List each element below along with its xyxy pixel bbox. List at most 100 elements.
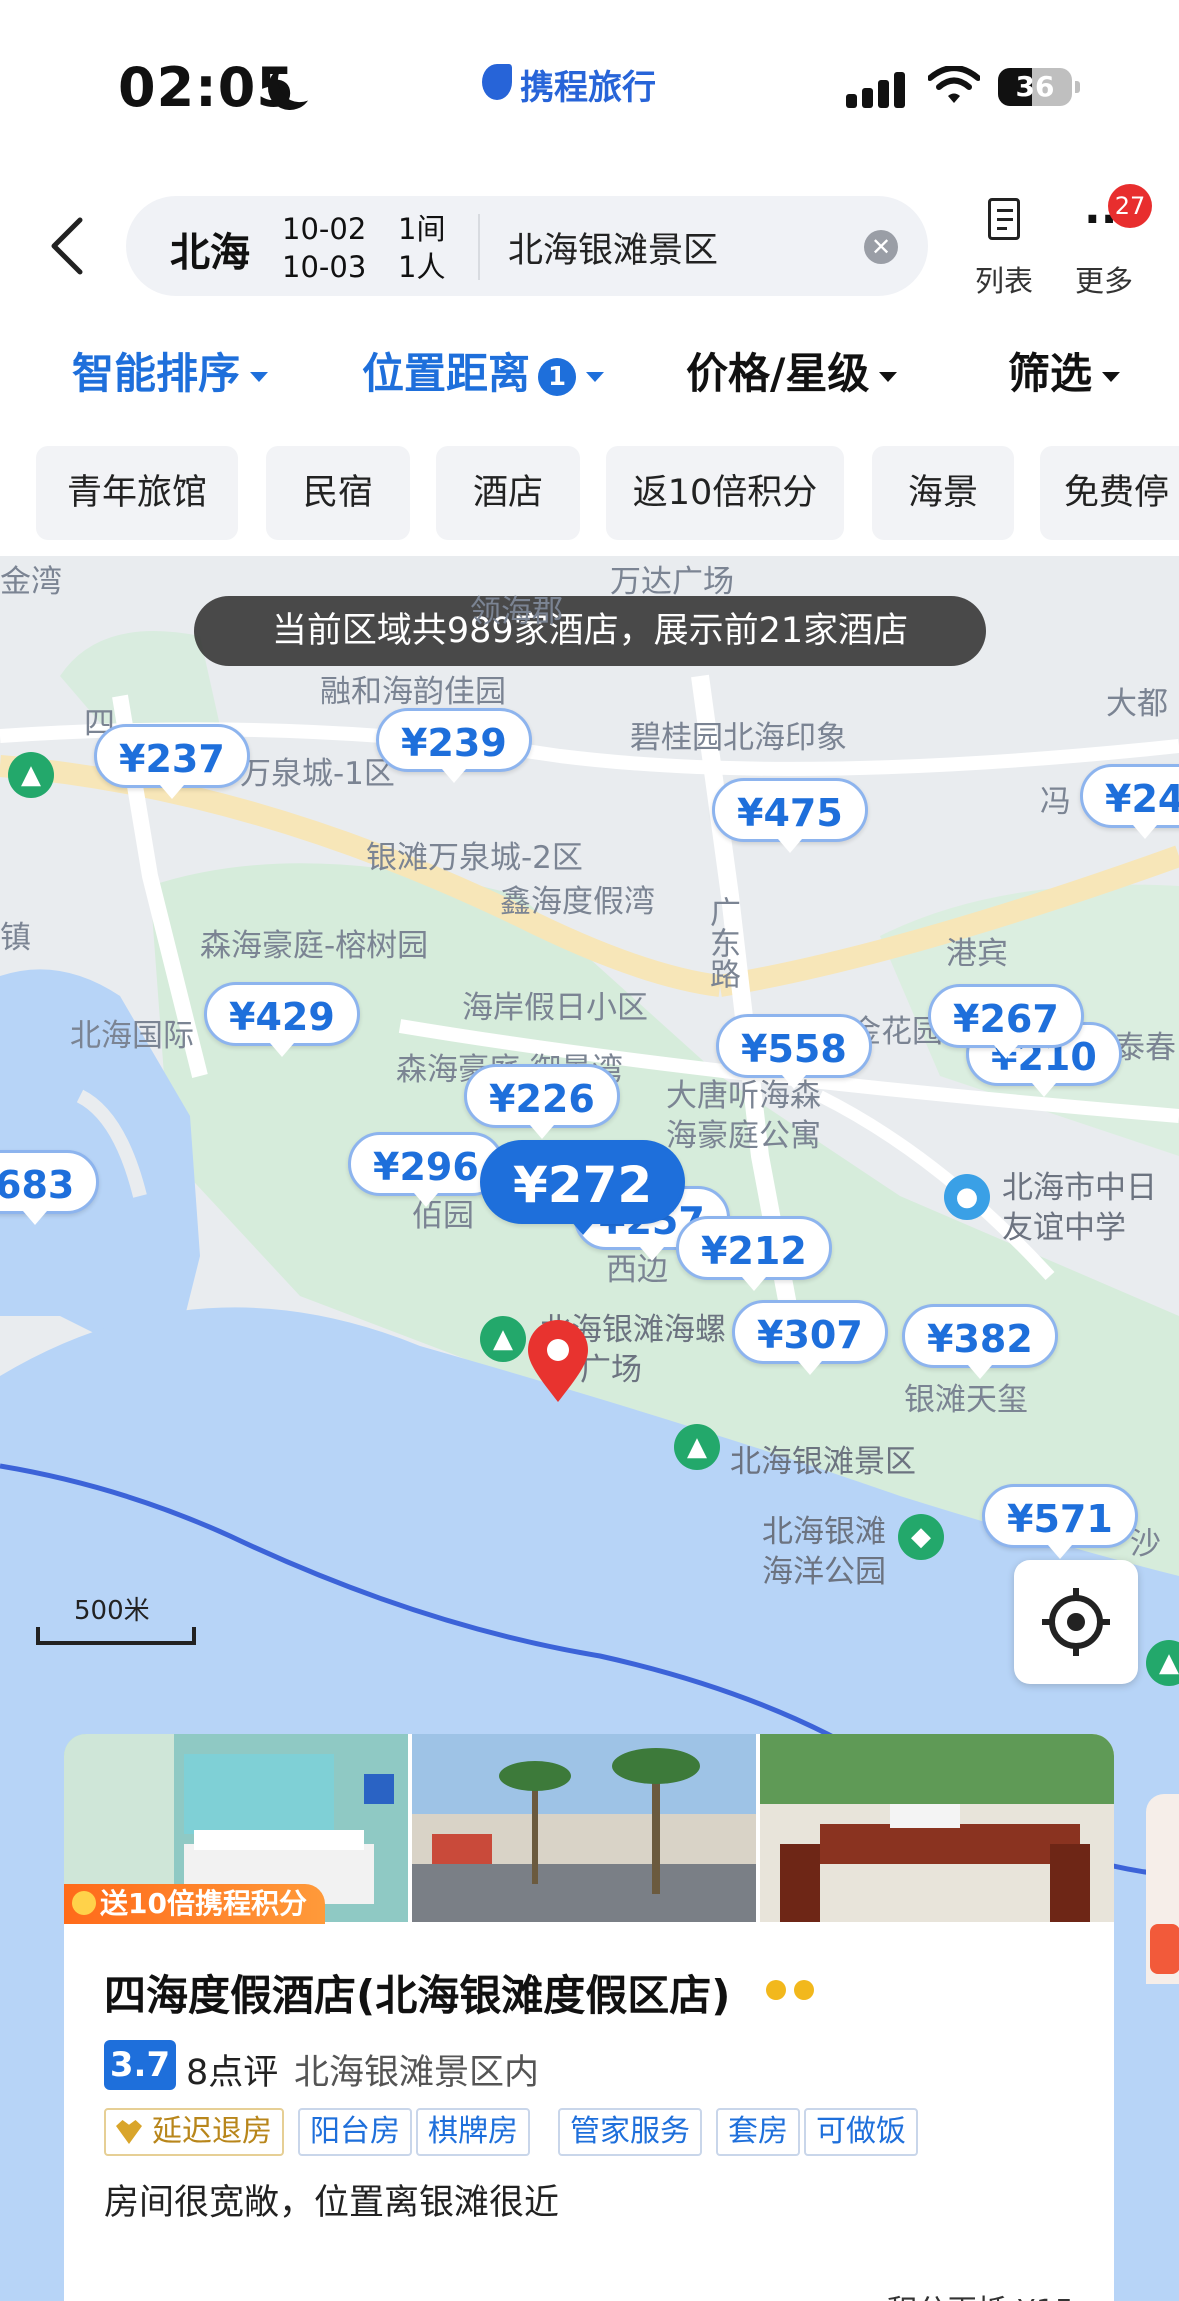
date-range[interactable]: 10-02 10-03 (282, 210, 366, 286)
chip-10x-points[interactable]: 返10倍积分 (606, 446, 844, 540)
destination-marker-icon (528, 1320, 588, 1402)
app-brand: 携程旅行 (520, 68, 656, 108)
sort-smart[interactable]: 智能排序 (72, 340, 269, 401)
crosshair-icon (1042, 1588, 1110, 1656)
rating-score: 3.7 (104, 2040, 176, 2090)
map-label: 广东路 (704, 896, 740, 989)
more-label: 更多 (1074, 264, 1133, 298)
hotel-price-pin[interactable]: ¥24 (1080, 764, 1179, 839)
zoo-icon: ◆ (898, 1514, 944, 1560)
tag-suite: 套房 (716, 2108, 800, 2156)
search-bar[interactable]: 北海 10-02 10-03 1间 1人 北海银滩景区 ✕ (126, 196, 928, 296)
next-hotel-card-peek[interactable] (1146, 1794, 1179, 1984)
hotel-price-pin[interactable]: ¥558 (716, 1014, 872, 1089)
sort-price-label: 价格/星级 (686, 349, 870, 398)
filter-count-badge: 1 (538, 357, 577, 396)
sort-smart-label: 智能排序 (72, 349, 241, 398)
back-arrow-icon[interactable] (44, 216, 94, 276)
map-label: 北海国际 (70, 1018, 194, 1054)
sort-filter[interactable]: 筛选 (1008, 340, 1121, 401)
chip-sea-view[interactable]: 海景 (872, 446, 1014, 540)
map-label: 碧桂园北海印象 (630, 720, 847, 756)
status-bar: 02:05 携程旅行 36 (0, 0, 1179, 165)
points-discount: 积分再抵 ¥15 (887, 2286, 1074, 2301)
my-location-button[interactable] (1014, 1560, 1138, 1684)
map-label: 北海银滩 (762, 1514, 886, 1550)
hotel-price-pin[interactable]: ¥267 (928, 984, 1084, 1059)
selected-hotel-price-pin[interactable]: ¥272 (480, 1140, 686, 1235)
map-label: 北海市中日 (1002, 1170, 1157, 1206)
map-label: 森海豪庭-榕树园 (200, 928, 429, 964)
sort-price[interactable]: 价格/星级 (686, 340, 898, 401)
search-keyword[interactable]: 北海银滩景区 (508, 222, 718, 273)
sort-filter-label: 筛选 (1008, 349, 1093, 398)
ctrip-logo-icon (482, 64, 512, 100)
tag-late-checkout: 延迟退房 (104, 2108, 284, 2156)
wifi-icon (928, 66, 980, 103)
map-label: 镇 (0, 920, 31, 956)
map-label: 海豪庭公寓 (666, 1118, 821, 1154)
checkout-date: 10-03 (282, 250, 367, 284)
sort-location-label: 位置距离 (362, 349, 531, 398)
review-count[interactable]: 8点评 (186, 2044, 278, 2095)
hotel-price-pin[interactable]: ¥307 (732, 1300, 888, 1375)
chip-youth-hostel[interactable]: 青年旅馆 (36, 446, 238, 540)
room-guest-selector[interactable]: 1间 1人 (398, 210, 445, 286)
chip-free-parking[interactable]: 免费停 (1040, 446, 1179, 540)
map-label: 融和海韵佳园 (320, 674, 506, 710)
hotel-count-toast: 当前区域共989家酒店，展示前21家酒店 (194, 596, 986, 666)
map-label: 海岸假日小区 (462, 990, 648, 1026)
hotel-price-pin[interactable]: ¥429 (204, 982, 360, 1057)
hotel-card[interactable]: 送10倍携程积分 四海度假酒店(北海银滩度假区店) 3.7 8点评 北海银滩景区… (64, 1734, 1114, 2301)
review-snippet: 房间很宽敞，位置离银滩很近 (104, 2183, 560, 2223)
chevron-down-icon (879, 371, 898, 382)
hotel-price-pin[interactable]: ¥239 (376, 708, 532, 783)
hotel-price-pin[interactable]: ¥475 (712, 778, 868, 853)
hotel-price-pin[interactable]: ¥226 (464, 1064, 620, 1139)
hotel-price-pin[interactable]: ¥571 (982, 1484, 1138, 1559)
hotel-location: 北海银滩景区内 (294, 2053, 540, 2093)
hotel-photo-street[interactable] (412, 1734, 756, 1922)
hotel-photo-dining[interactable] (760, 1734, 1114, 1922)
map-label: 北海银滩景区 (730, 1444, 916, 1480)
map-label: 鑫海度假湾 (500, 884, 655, 920)
scale-bar (36, 1627, 196, 1645)
hotel-name[interactable]: 四海度假酒店(北海银滩度假区店) (104, 1962, 730, 2023)
hotel-grade-dot (794, 1980, 814, 2000)
hotel-price-pin[interactable]: 683 (0, 1150, 100, 1225)
tag-balcony: 阳台房 (298, 2108, 412, 2156)
points-promo-badge: 送10倍携程积分 (64, 1884, 325, 1924)
map-label: 万泉城-1区 (240, 756, 395, 792)
chip-hotel[interactable]: 酒店 (436, 446, 580, 540)
promo-text: 送10倍携程积分 (100, 1887, 307, 1920)
hotel-price-pin[interactable]: ¥212 (676, 1216, 832, 1291)
map-label: 泰春 (1114, 1030, 1176, 1066)
park-icon: ▲ (480, 1316, 526, 1362)
list-view-button[interactable]: 列表 (964, 196, 1044, 298)
map-label: 领海郡 (470, 594, 563, 630)
hotel-price-pin[interactable]: ¥382 (902, 1304, 1058, 1379)
battery-icon: 36 (998, 68, 1080, 106)
city-selector[interactable]: 北海 (170, 220, 250, 278)
coin-icon (72, 1891, 96, 1915)
map-view[interactable]: 当前区域共989家酒店，展示前21家酒店 万达广场 领海郡 金湾 融和海韵佳园 … (0, 556, 1179, 2301)
chip-homestay[interactable]: 民宿 (266, 446, 410, 540)
list-icon (988, 198, 1020, 240)
map-label: 友谊中学 (1002, 1210, 1126, 1246)
chevron-down-icon (250, 371, 269, 382)
park-icon: ▲ (674, 1424, 720, 1470)
more-notification-badge: 27 (1108, 184, 1152, 228)
tag-butler-service: 管家服务 (558, 2108, 702, 2156)
list-label: 列表 (974, 264, 1033, 298)
hotel-price-pin[interactable]: ¥237 (94, 724, 250, 799)
park-icon: ▲ (8, 752, 54, 798)
map-label: 港宾 (946, 936, 1008, 972)
clear-icon[interactable]: ✕ (864, 230, 898, 264)
map-label: 万达广场 (610, 564, 734, 600)
map-label: 银滩天玺 (904, 1382, 1028, 1418)
sort-location[interactable]: 位置距离 1 (362, 340, 605, 401)
chevron-down-icon (586, 371, 605, 382)
map-label: 冯 (1040, 784, 1071, 820)
chevron-down-icon (1102, 371, 1121, 382)
map-label: 海洋公园 (762, 1554, 886, 1590)
